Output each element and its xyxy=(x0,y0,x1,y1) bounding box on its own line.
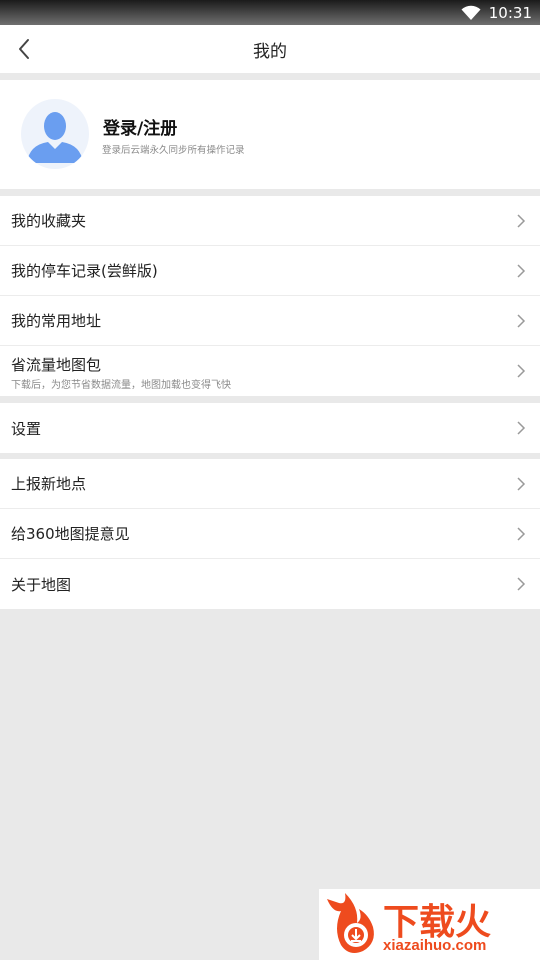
status-time: 10:31 xyxy=(488,3,532,22)
chevron-right-icon xyxy=(517,263,526,278)
menu-item-label: 给360地图提意见 xyxy=(11,525,130,543)
menu-item-label: 上报新地点 xyxy=(11,475,87,493)
chevron-right-icon xyxy=(517,313,526,328)
menu-group-settings: 设置 xyxy=(0,403,540,453)
page-title: 我的 xyxy=(253,41,287,62)
back-button[interactable] xyxy=(10,35,38,63)
flame-download-icon xyxy=(327,893,374,953)
user-silhouette-icon xyxy=(27,112,83,163)
menu-item-label: 我的收藏夹 xyxy=(11,212,87,230)
chevron-right-icon xyxy=(517,421,526,435)
avatar[interactable] xyxy=(21,99,89,169)
login-hint: 登录后云端永久同步所有操作记录 xyxy=(102,145,245,156)
menu-item-label: 我的常用地址 xyxy=(11,312,102,330)
status-bar: 10:31 xyxy=(0,0,540,25)
menu-group-feedback: 上报新地点 给360地图提意见 关于地图 xyxy=(0,459,540,609)
menu-item-about[interactable]: 关于地图 xyxy=(0,559,540,609)
menu-item-report-place[interactable]: 上报新地点 xyxy=(0,459,540,509)
menu-item-label: 我的停车记录(尝鲜版) xyxy=(11,262,158,280)
chevron-right-icon xyxy=(517,364,526,378)
menu-group-personal: 我的收藏夹 我的停车记录(尝鲜版) 我的常用地址 省流量地图包 下载后，为您节省… xyxy=(0,196,540,396)
chevron-right-icon xyxy=(517,577,526,591)
wifi-icon xyxy=(461,5,481,21)
menu-item-favorites[interactable]: 我的收藏夹 xyxy=(0,196,540,246)
chevron-right-icon xyxy=(517,526,526,541)
watermark-logo: 下载火 xiazaihuo.com xyxy=(319,889,540,960)
chevron-right-icon xyxy=(517,476,526,491)
menu-item-feedback[interactable]: 给360地图提意见 xyxy=(0,509,540,559)
chevron-left-icon xyxy=(19,39,29,59)
watermark-url: xiazaihuo.com xyxy=(383,937,487,954)
menu-item-settings[interactable]: 设置 xyxy=(0,403,540,453)
menu-item-label: 设置 xyxy=(11,419,42,438)
menu-item-addresses[interactable]: 我的常用地址 xyxy=(0,296,540,346)
chevron-right-icon xyxy=(517,213,526,228)
menu-item-offline-map[interactable]: 省流量地图包 下载后，为您节省数据流量，地图加载也变得飞快 xyxy=(0,346,540,396)
login-register-link[interactable]: 登录/注册 xyxy=(103,114,177,139)
menu-item-label: 省流量地图包 xyxy=(11,356,102,374)
menu-item-parking[interactable]: 我的停车记录(尝鲜版) xyxy=(0,246,540,296)
menu-item-subtitle: 下载后，为您节省数据流量，地图加载也变得飞快 xyxy=(11,380,231,391)
nav-bar: 我的 xyxy=(0,25,540,73)
menu-item-label: 关于地图 xyxy=(11,575,72,594)
login-card[interactable]: 登录/注册 登录后云端永久同步所有操作记录 xyxy=(0,80,540,189)
